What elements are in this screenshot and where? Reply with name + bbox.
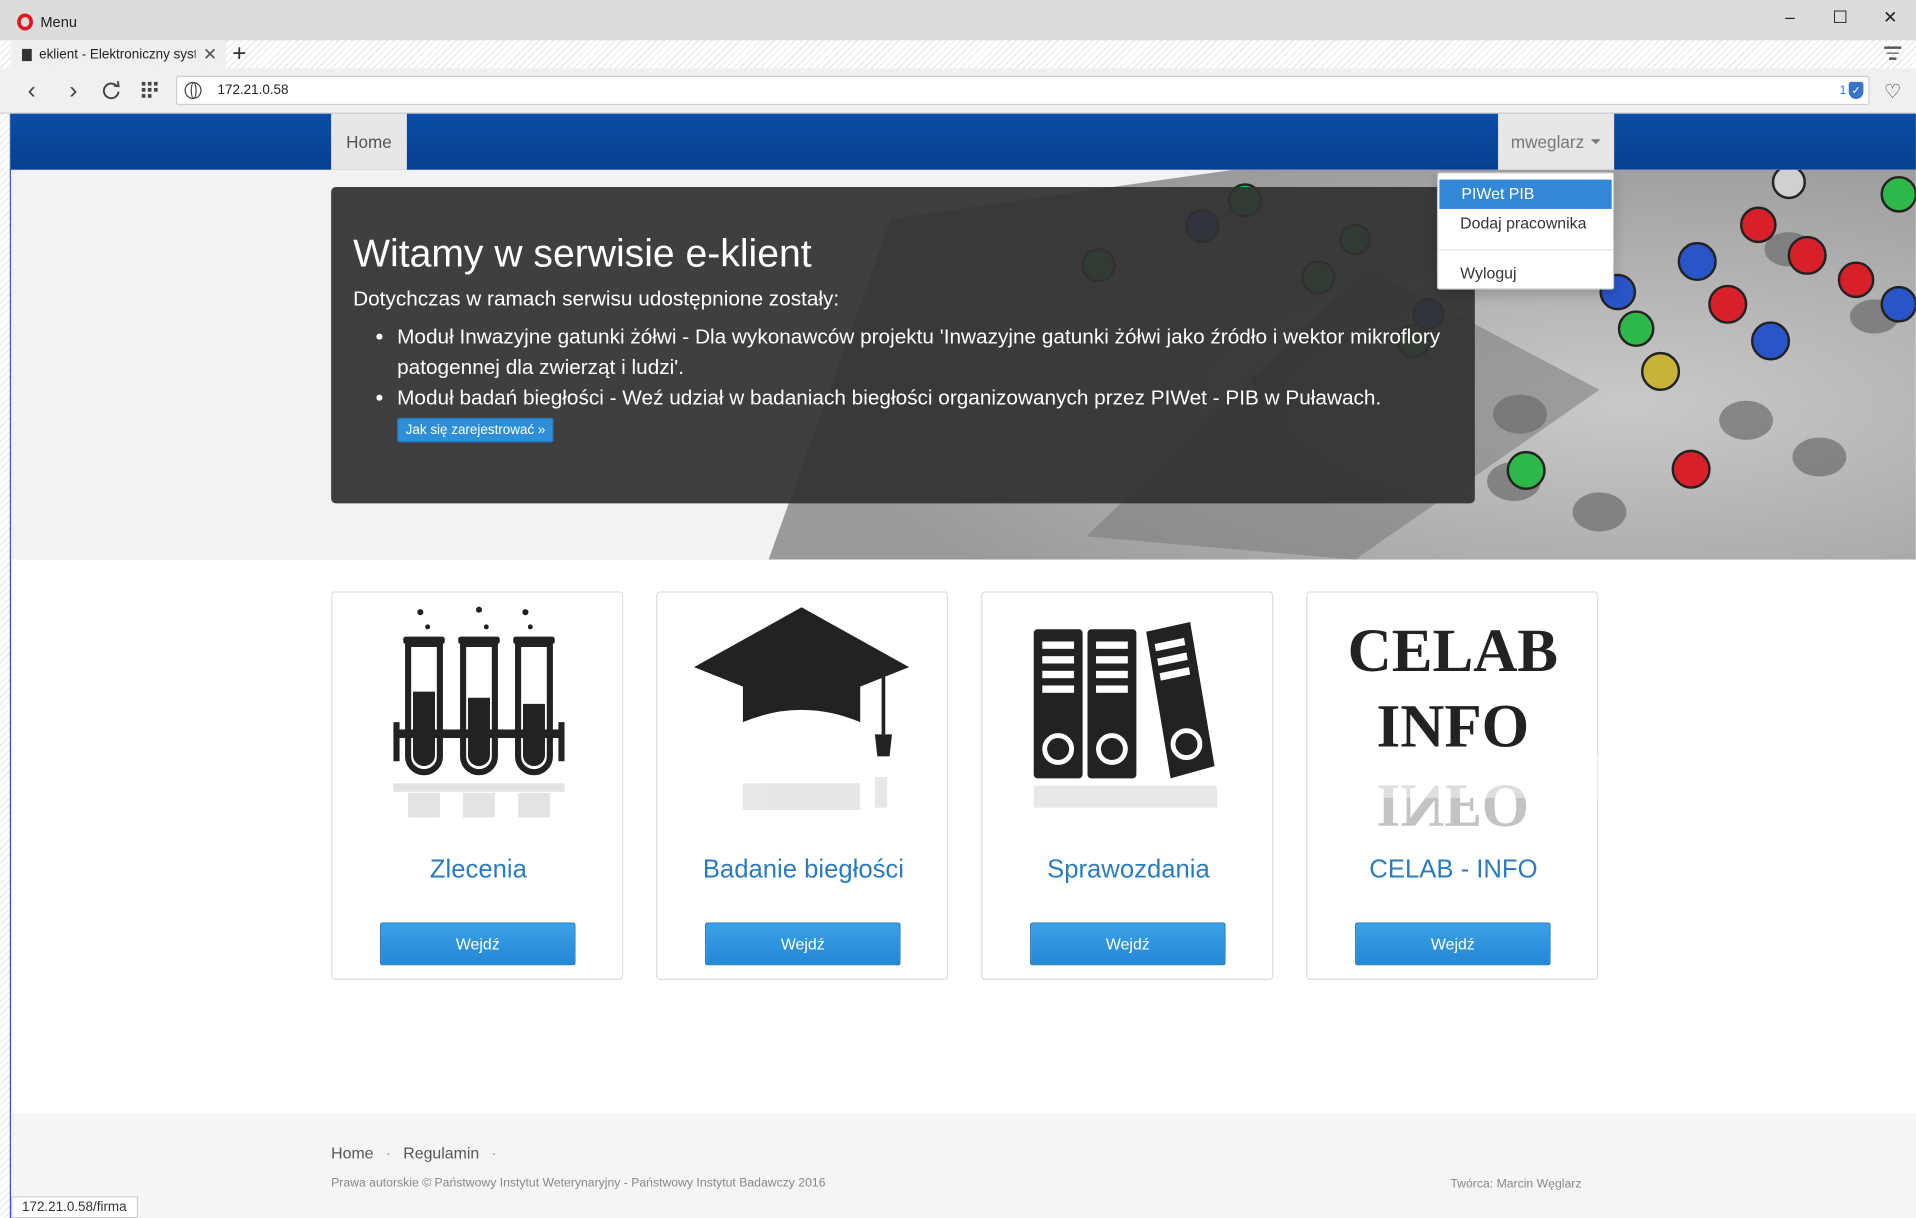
card-title: Zlecenia [429,855,527,884]
reload-icon[interactable] [98,77,125,104]
user-name: mweglarz [1510,131,1585,152]
browser-tab[interactable]: eklient - Elektroniczny syste ✕ [10,40,227,69]
forward-icon[interactable]: › [60,76,87,104]
bookmark-heart-icon[interactable]: ♡ [1884,79,1902,103]
nav-home-link[interactable]: Home [331,113,407,170]
minimize-icon[interactable]: – [1775,7,1804,27]
user-menu-toggle[interactable]: mweglarz [1498,113,1615,170]
tab-menu-icon[interactable] [1884,43,1902,63]
card-badanie-bieglosci: Badanie biegłości Wejdź [656,591,949,980]
address-bar[interactable]: 172.21.0.58 1 ✓ [175,75,1870,106]
footer-separator: · [385,1143,392,1163]
document-icon [21,48,32,61]
close-window-icon[interactable]: ✕ [1876,7,1905,28]
tab-title: eklient - Elektroniczny syste [39,47,196,62]
dropdown-item-piwet[interactable]: PIWet PIB [1439,179,1612,209]
address-url: 172.21.0.58 [217,83,289,98]
browser-toolbar: ‹ › 172.21.0.58 1 ✓ ♡ [0,68,1916,114]
dropdown-item-logout[interactable]: Wyloguj [1438,259,1613,288]
dropdown-divider [1438,249,1613,251]
card-title: Badanie biegłości [702,855,904,884]
welcome-intro: Dotychczas w ramach serwisu udostępnione… [353,287,840,311]
browser-titlebar: Menu – ☐ ✕ [0,0,1916,41]
welcome-jumbotron: Witamy w serwisie e-klient Dotychczas w … [331,186,1475,504]
enter-button-badanie[interactable]: Wejdź [705,922,901,966]
graduation-cap-icon [694,607,910,811]
enter-button-sprawozdania[interactable]: Wejdź [1030,922,1226,966]
binders-icon [1033,621,1218,808]
test-tubes-icon [393,606,565,818]
enter-button-zlecenia[interactable]: Wejdź [380,922,576,966]
enter-button-celab[interactable]: Wejdź [1355,922,1551,966]
module-item-proficiency: Moduł badań biegłości - Weź udział w bad… [397,382,1453,413]
user-dropdown-menu: PIWet PIB Dodaj pracownika Wyloguj [1436,172,1615,290]
footer-link-regulamin[interactable]: Regulamin [403,1144,479,1162]
shield-count: 1 [1839,83,1847,98]
footer-copyright: Prawa autorskie © Państwowy Instytut Wet… [331,1176,826,1191]
footer-link-home[interactable]: Home [331,1144,373,1162]
browser-menu-label: Menu [40,13,78,31]
how-to-register-button[interactable]: Jak się zarejestrować » [397,417,554,443]
back-icon[interactable]: ‹ [18,76,45,104]
welcome-title: Witamy w serwisie e-klient [353,230,812,275]
celab-logo-line2: INFO [1376,694,1529,761]
speed-dial-icon[interactable] [137,77,164,104]
globe-icon [184,81,202,99]
modules-list: Moduł Inwazyjne gatunki żółwi - Dla wyko… [353,321,1453,413]
module-item-turtles: Moduł Inwazyjne gatunki żółwi - Dla wyko… [397,321,1453,382]
web-page: Home mweglarz Witamy w serwisie e-klient… [10,113,1916,1218]
close-tab-icon[interactable]: ✕ [203,44,217,65]
card-title: CELAB - INFO [1369,855,1538,884]
card-zlecenia: Zlecenia Wejdź [331,591,624,980]
celab-logo-line1: CELAB [1348,618,1558,685]
ad-block-shield-icon[interactable]: 1 ✓ [1839,81,1864,99]
page-footer: Home · Regulamin · Prawa autorskie © Pań… [10,1113,1916,1218]
hero-banner: Witamy w serwisie e-klient Dotychczas w … [10,169,1916,560]
footer-links: Home · Regulamin · [331,1144,497,1162]
card-title: Sprawozdania [1047,855,1210,884]
opera-logo-icon [17,13,33,31]
card-sprawozdania: Sprawozdania Wejdź [981,591,1274,980]
card-celab-info: CELAB INFO INFO CELAB - INFO Wejdź [1306,591,1600,980]
caret-down-icon [1591,139,1602,145]
footer-separator: · [491,1143,497,1163]
browser-menu-button[interactable]: Menu [17,11,77,33]
dropdown-item-add-employee[interactable]: Dodaj pracownika [1438,209,1613,238]
footer-author: Twórca: Marcin Węglarz [1450,1177,1582,1192]
new-tab-icon[interactable]: + [232,40,246,67]
status-bar-url: 172.21.0.58/firma [10,1196,138,1218]
celab-info-logo: CELAB INFO INFO [1307,618,1600,832]
maximize-icon[interactable]: ☐ [1826,7,1855,28]
top-navbar: Home mweglarz [10,113,1916,170]
